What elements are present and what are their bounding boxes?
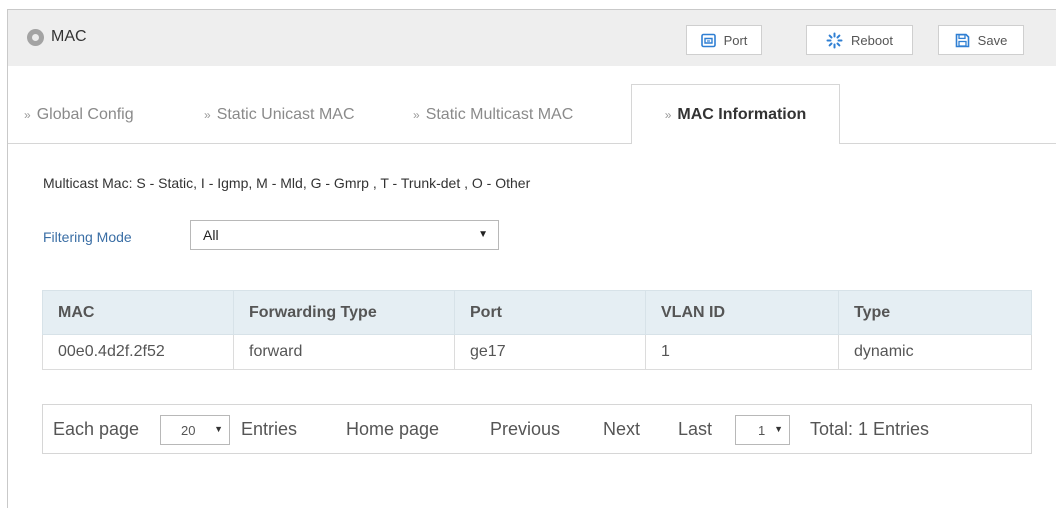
- table-row: 00e0.4d2f.2f52 forward ge17 1 dynamic: [42, 334, 1032, 370]
- double-chevron-right-icon: »: [664, 107, 672, 122]
- column-header: MAC: [42, 290, 234, 335]
- column-header: Port: [454, 290, 646, 335]
- column-header: Forwarding Type: [233, 290, 455, 335]
- table-cell: ge17: [454, 334, 646, 370]
- page-header: MAC Port Reboot Save: [8, 10, 1056, 66]
- mac-table: MAC Forwarding Type Port VLAN ID Type 00…: [42, 290, 1032, 370]
- reboot-button[interactable]: Reboot: [806, 25, 913, 55]
- table-cell: forward: [233, 334, 455, 370]
- each-page-label: Each page: [53, 419, 140, 439]
- tab-static-multicast-mac[interactable]: » Static Multicast MAC: [413, 85, 573, 144]
- tab-label: Global Config: [36, 105, 134, 123]
- next-page-link[interactable]: Next: [603, 419, 640, 440]
- page-size-value: 20: [181, 422, 196, 438]
- filtering-mode-label: Filtering Mode: [43, 229, 132, 245]
- column-header: VLAN ID: [645, 290, 839, 335]
- double-chevron-right-icon: »: [413, 107, 420, 122]
- save-button[interactable]: Save: [938, 25, 1024, 55]
- table-header-row: MAC Forwarding Type Port VLAN ID Type: [42, 290, 1032, 335]
- home-page-link[interactable]: Home page: [346, 419, 439, 440]
- entries-label: Entries: [241, 419, 298, 439]
- tab-mac-information[interactable]: » MAC Information: [631, 84, 840, 144]
- tab-global-config[interactable]: » Global Config: [24, 85, 134, 144]
- tab-label: Static Unicast MAC: [216, 105, 355, 123]
- filtering-mode-value: All: [203, 227, 219, 243]
- previous-page-link[interactable]: Previous: [490, 419, 560, 440]
- floppy-disk-icon: [955, 33, 970, 48]
- port-icon: [700, 33, 716, 48]
- page-number-select[interactable]: 1 ▼: [735, 415, 790, 445]
- page-number-value: 1: [758, 422, 766, 438]
- filtering-mode-select[interactable]: All ▼: [190, 220, 499, 250]
- table-cell: 00e0.4d2f.2f52: [42, 334, 234, 370]
- double-chevron-right-icon: »: [24, 107, 31, 122]
- save-button-label: Save: [977, 32, 1008, 48]
- multicast-legend: Multicast Mac: S - Static, I - Igmp, M -…: [43, 175, 531, 191]
- port-button[interactable]: Port: [686, 25, 762, 55]
- port-button-label: Port: [723, 32, 748, 48]
- column-header: Type: [838, 290, 1032, 335]
- reboot-button-label: Reboot: [851, 32, 893, 48]
- circle-icon: [27, 29, 44, 46]
- total-entries: Total: 1 Entries: [810, 419, 930, 439]
- page-size-select[interactable]: 20 ▼: [160, 415, 230, 445]
- double-chevron-right-icon: »: [204, 107, 211, 122]
- table-cell: dynamic: [838, 334, 1032, 370]
- tab-label: MAC Information: [677, 105, 807, 123]
- dropdown-arrow-icon: ▼: [774, 424, 783, 434]
- spinner-icon: [826, 32, 843, 49]
- tab-bar: » Global Config » Static Unicast MAC » S…: [8, 84, 1056, 144]
- tab-label: Static Multicast MAC: [425, 105, 574, 123]
- table-cell: 1: [645, 334, 839, 370]
- last-page-link[interactable]: Last: [678, 419, 712, 440]
- pagination-bar: Each page 20 ▼ Entries Home page Previou…: [42, 404, 1032, 454]
- dropdown-arrow-icon: ▼: [478, 229, 488, 240]
- page-title: MAC: [51, 28, 87, 45]
- tab-static-unicast-mac[interactable]: » Static Unicast MAC: [204, 85, 355, 144]
- dropdown-arrow-icon: ▼: [214, 424, 223, 434]
